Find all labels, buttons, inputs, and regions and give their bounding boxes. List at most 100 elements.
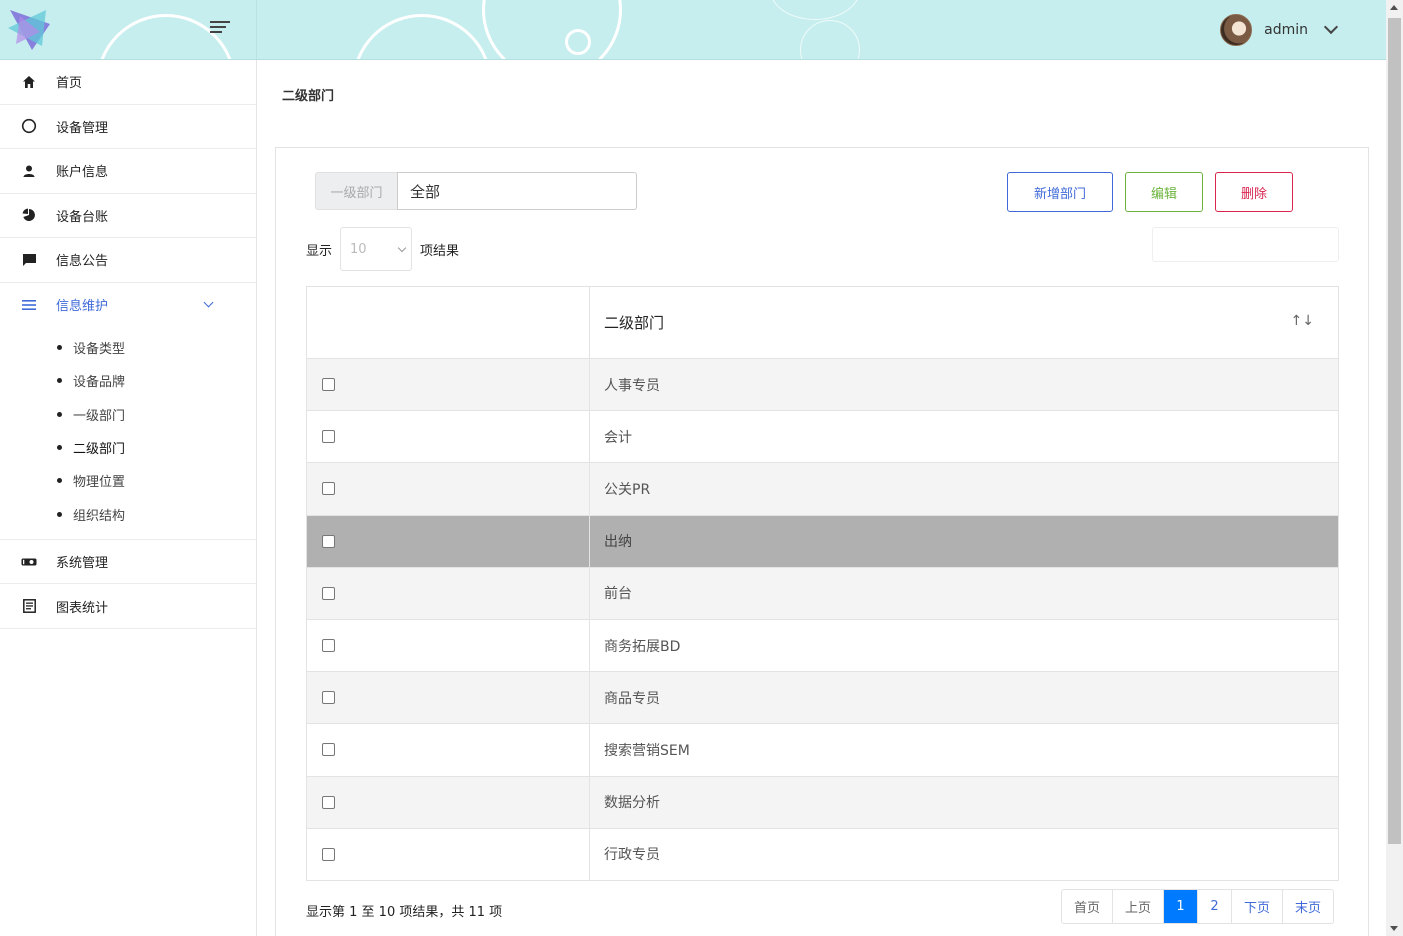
row-checkbox[interactable] bbox=[322, 378, 335, 392]
chevron-down-icon bbox=[203, 297, 214, 308]
sidebar-item-account-info[interactable]: 账户信息 bbox=[0, 149, 256, 194]
table-row[interactable]: 行政专员 bbox=[306, 827, 1339, 881]
length-prefix: 显示 bbox=[306, 243, 333, 259]
document-icon bbox=[20, 597, 38, 615]
submenu-item-label: 二级部门 bbox=[73, 442, 126, 458]
row-checkbox[interactable] bbox=[322, 586, 335, 600]
app-logo-icon bbox=[8, 10, 50, 50]
top-header: admin bbox=[0, 0, 1386, 60]
prev-page-button[interactable]: 上页 bbox=[1113, 890, 1165, 923]
first-page-button[interactable]: 首页 bbox=[1062, 890, 1114, 923]
bullet-icon bbox=[57, 411, 62, 417]
content-card: 一级部门 全部 新增部门 编辑 删除 显示 10 项结果 二级部门 ↑↓ 人事专… bbox=[275, 147, 1369, 936]
submenu-item-device-brand[interactable]: 设备品牌 bbox=[0, 364, 256, 397]
table-row[interactable]: 搜索营销SEM bbox=[306, 723, 1339, 777]
chevron-down-icon[interactable] bbox=[1323, 19, 1339, 35]
table-cell: 人事专员 bbox=[589, 357, 1339, 412]
submenu-item-physical-location[interactable]: 物理位置 bbox=[0, 464, 256, 497]
row-checkbox[interactable] bbox=[322, 482, 335, 496]
sort-icon[interactable]: ↑↓ bbox=[1291, 313, 1314, 329]
user-name[interactable]: admin bbox=[1264, 22, 1308, 38]
table-row[interactable]: 人事专员 bbox=[306, 357, 1339, 412]
add-department-button[interactable]: 新增部门 bbox=[1007, 172, 1113, 212]
row-checkbox[interactable] bbox=[322, 743, 335, 757]
table-cell: 数据分析 bbox=[589, 775, 1339, 829]
row-checkbox[interactable] bbox=[322, 847, 335, 861]
sidebar-item-announcements[interactable]: 信息公告 bbox=[0, 238, 256, 283]
sidebar-item-label: 设备管理 bbox=[56, 120, 109, 136]
sidebar-item-device-ledger[interactable]: 设备台账 bbox=[0, 194, 256, 238]
table-row[interactable]: 公关PR bbox=[306, 462, 1339, 516]
sidebar-item-label: 首页 bbox=[56, 76, 83, 92]
submenu-item-level1-department[interactable]: 一级部门 bbox=[0, 398, 256, 431]
table-cell: 搜索营销SEM bbox=[589, 723, 1339, 777]
table-row[interactable]: 前台 bbox=[306, 566, 1339, 620]
header-decoration bbox=[482, 0, 622, 59]
avatar[interactable] bbox=[1220, 14, 1253, 46]
submenu-item-device-type[interactable]: 设备类型 bbox=[0, 331, 256, 364]
table-cell: 商务拓展BD bbox=[589, 618, 1339, 673]
menu-toggle-button[interactable] bbox=[210, 18, 234, 40]
sidebar-item-system-management[interactable]: 系统管理 bbox=[0, 540, 256, 585]
bullet-icon bbox=[57, 445, 62, 451]
sidebar-item-home[interactable]: 首页 bbox=[0, 60, 256, 105]
sidebar-item-info-maintenance[interactable]: 信息维护 bbox=[0, 283, 256, 328]
user-menu[interactable]: admin bbox=[1220, 14, 1339, 46]
home-icon bbox=[20, 73, 38, 91]
scroll-up-icon[interactable] bbox=[1390, 5, 1398, 10]
sidebar-item-device-management[interactable]: 设备管理 bbox=[0, 105, 256, 149]
department-filter: 一级部门 全部 bbox=[315, 172, 637, 210]
next-page-button[interactable]: 下页 bbox=[1232, 890, 1284, 923]
pie-chart-icon bbox=[20, 206, 38, 224]
submenu-item-level2-department[interactable]: 二级部门 bbox=[0, 431, 256, 464]
table-cell: 行政专员 bbox=[589, 827, 1339, 881]
page-length-control: 显示 10 项结果 bbox=[306, 227, 459, 271]
bullet-icon bbox=[57, 378, 62, 384]
page-length-select[interactable]: 10 bbox=[340, 227, 413, 271]
sidebar-item-label: 系统管理 bbox=[56, 556, 109, 572]
column-header-label: 二级部门 bbox=[604, 314, 665, 332]
checkbox-column-header bbox=[306, 286, 590, 359]
table-row[interactable]: 商品专员 bbox=[306, 671, 1339, 725]
sidebar: 首页 设备管理 账户信息 设备台账 信息公告 信息维护 设备类型 设备品牌 一级… bbox=[0, 60, 257, 936]
page-button-2[interactable]: 2 bbox=[1198, 890, 1233, 923]
submenu-item-label: 物理位置 bbox=[73, 475, 126, 491]
delete-button[interactable]: 删除 bbox=[1215, 172, 1293, 212]
submenu-item-org-structure[interactable]: 组织结构 bbox=[0, 497, 256, 530]
filter-select[interactable]: 全部 bbox=[397, 172, 637, 210]
user-icon bbox=[20, 162, 38, 180]
chat-icon bbox=[20, 251, 38, 269]
last-page-button[interactable]: 末页 bbox=[1283, 890, 1333, 923]
table-cell: 会计 bbox=[589, 410, 1339, 464]
row-checkbox[interactable] bbox=[322, 691, 335, 705]
circle-icon bbox=[20, 117, 38, 135]
row-checkbox[interactable] bbox=[322, 639, 335, 653]
submenu-item-label: 一级部门 bbox=[73, 408, 126, 424]
header-decoration bbox=[800, 20, 860, 59]
submenu-item-label: 设备类型 bbox=[73, 342, 126, 358]
scrollbar-thumb[interactable] bbox=[1388, 18, 1401, 844]
table-row[interactable]: 商务拓展BD bbox=[306, 618, 1339, 673]
chevron-down-icon bbox=[397, 243, 407, 253]
row-checkbox[interactable] bbox=[322, 430, 335, 444]
edit-button[interactable]: 编辑 bbox=[1125, 172, 1203, 212]
bullet-icon bbox=[57, 345, 62, 351]
search-input[interactable] bbox=[1152, 227, 1339, 262]
table-row[interactable]: 出纳 bbox=[306, 514, 1339, 568]
scroll-down-icon[interactable] bbox=[1390, 926, 1398, 931]
page-title: 二级部门 bbox=[282, 89, 335, 104]
table-cell: 公关PR bbox=[589, 462, 1339, 516]
vertical-scrollbar[interactable] bbox=[1386, 0, 1403, 936]
column-header-department[interactable]: 二级部门 ↑↓ bbox=[589, 286, 1339, 359]
row-checkbox[interactable] bbox=[322, 534, 335, 548]
toggle-icon bbox=[20, 553, 38, 571]
list-icon bbox=[20, 296, 38, 314]
sidebar-item-chart-statistics[interactable]: 图表统计 bbox=[0, 584, 256, 629]
bullet-icon bbox=[57, 478, 62, 484]
table-row[interactable]: 会计 bbox=[306, 410, 1339, 464]
row-checkbox[interactable] bbox=[322, 795, 335, 809]
logo-area bbox=[0, 0, 257, 59]
page-button-1[interactable]: 1 bbox=[1164, 890, 1199, 923]
table-header-row: 二级部门 ↑↓ bbox=[306, 286, 1339, 359]
table-row[interactable]: 数据分析 bbox=[306, 775, 1339, 829]
